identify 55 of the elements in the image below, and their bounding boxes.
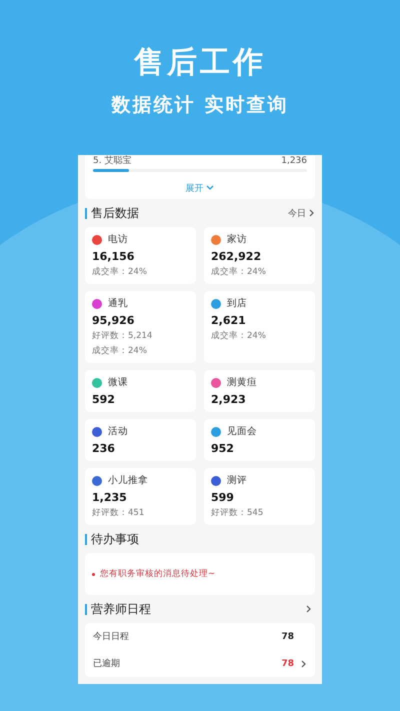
stat-card[interactable]: 测黄疸 2,923: [204, 370, 315, 412]
section-title: 待办事项: [91, 530, 140, 548]
stat-label: 测评: [227, 474, 247, 487]
stat-label: 通乳: [108, 297, 128, 310]
stat-value: 2,621: [211, 314, 247, 327]
stat-note: 好评数：545: [211, 507, 264, 519]
chevron-right-icon[interactable]: [301, 660, 307, 668]
stat-label: 电访: [108, 233, 128, 246]
stat-note: 好评数：451: [92, 507, 146, 519]
stat-card[interactable]: 微课 592: [85, 370, 196, 412]
stat-card[interactable]: 到店 2,621 成交率：24%: [204, 291, 315, 363]
bullet-icon: [92, 572, 95, 576]
stat-label: 到店: [227, 297, 247, 310]
stat-value: 592: [92, 393, 116, 406]
schedule-count: 78: [281, 658, 294, 668]
stat-label: 小儿推拿: [108, 474, 148, 487]
stat-label: 微课: [108, 376, 128, 389]
stat-value: 95,926: [92, 314, 136, 327]
period-selector[interactable]: 今日: [288, 206, 315, 220]
section-title: 售后数据: [91, 204, 140, 222]
stat-card[interactable]: 见面会 952: [204, 419, 315, 461]
schedule-label: 今日日程: [93, 630, 130, 643]
stat-note: 成交率：24%: [92, 345, 148, 357]
hero-title: 售后工作: [132, 44, 267, 82]
stat-card[interactable]: 活动 236: [85, 419, 196, 461]
stat-label: 测黄疸: [227, 376, 257, 389]
stat-value: 2,923: [211, 393, 247, 406]
stat-value: 262,922: [211, 250, 262, 263]
stat-value: 236: [92, 442, 116, 455]
todo-message[interactable]: 您有职务审核的消息待处理~: [100, 568, 216, 580]
hero-subtitle: 数据统计 实时查询: [110, 93, 290, 118]
stat-card[interactable]: 测评 599 好评数：545: [204, 468, 315, 525]
chevron-right-icon: [309, 209, 315, 217]
stat-value: 1,235: [92, 491, 128, 504]
stat-value: 599: [211, 491, 235, 504]
ranking-value: 1,236: [281, 156, 307, 167]
ranking-label: 5. 艾聪宝: [93, 156, 132, 167]
schedule-count: 78: [281, 632, 294, 642]
section-title: 营养师日程: [91, 600, 152, 618]
stat-card[interactable]: 小儿推拿 1,235 好评数：451: [85, 468, 196, 525]
stat-label: 见面会: [227, 425, 257, 438]
schedule-label: 已逾期: [93, 658, 121, 670]
stat-card[interactable]: 电访 16,156 成交率：24%: [85, 227, 196, 284]
stat-card[interactable]: 家访 262,922 成交率：24%: [204, 227, 315, 284]
stat-note: 好评数：5,214: [92, 330, 154, 342]
stat-note: 成交率：24%: [92, 266, 148, 278]
stat-note: 成交率：24%: [211, 266, 267, 278]
chevron-right-icon[interactable]: [306, 605, 312, 613]
stat-note: 成交率：24%: [211, 330, 267, 342]
stat-label: 家访: [227, 233, 247, 246]
stat-value: 952: [211, 442, 235, 455]
stat-card[interactable]: 通乳 95,926 好评数：5,214 成交率：24%: [85, 291, 196, 363]
chevron-down-icon: [206, 185, 214, 191]
stat-label: 活动: [108, 425, 128, 438]
stat-value: 16,156: [92, 250, 136, 263]
